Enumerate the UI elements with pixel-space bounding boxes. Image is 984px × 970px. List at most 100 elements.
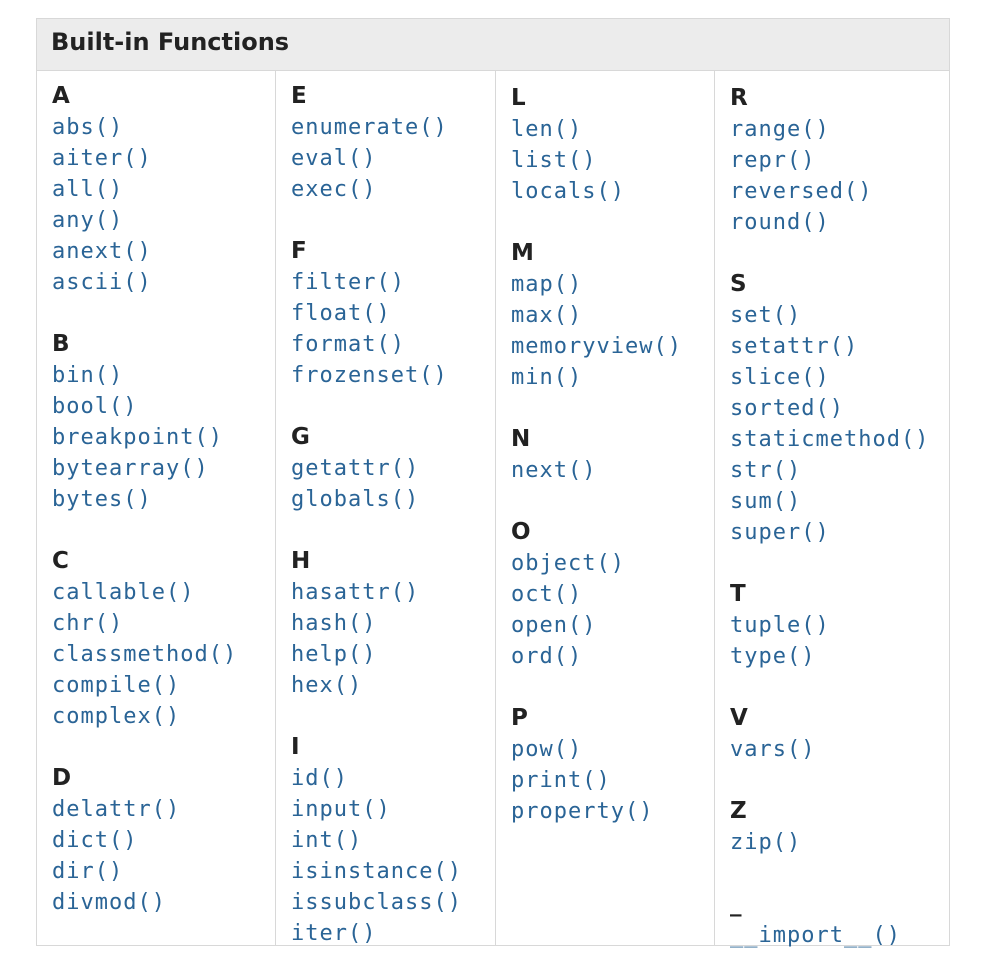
builtin-functions-table: Built-in Functions Aabs() aiter() all() any…	[36, 18, 950, 949]
function-link[interactable]: hasattr()	[291, 577, 495, 608]
function-link[interactable]: map()	[511, 269, 714, 300]
letter-group-L: Llen() list() locals()	[511, 83, 714, 207]
function-link[interactable]: all()	[52, 174, 275, 205]
letter-group-S: Sset() setattr() slice() sorted() staticmeth…	[730, 269, 949, 548]
function-link[interactable]: classmethod()	[52, 639, 275, 670]
letter-heading: _	[730, 891, 742, 917]
function-link[interactable]: ascii()	[52, 267, 275, 298]
function-link[interactable]: object()	[511, 548, 714, 579]
letter-group-V: Vvars()	[730, 703, 949, 765]
function-link[interactable]: exec()	[291, 174, 495, 205]
function-link[interactable]: property()	[511, 796, 714, 827]
function-link[interactable]: anext()	[52, 236, 275, 267]
function-link[interactable]: issubclass()	[291, 887, 495, 918]
function-link[interactable]: int()	[291, 825, 495, 856]
function-link[interactable]: frozenset()	[291, 360, 495, 391]
letter-group-G: Ggetattr() globals()	[291, 422, 495, 515]
function-link[interactable]: set()	[730, 300, 949, 331]
function-link[interactable]: list()	[511, 145, 714, 176]
letter-heading: R	[730, 85, 748, 111]
letter-heading: D	[52, 765, 72, 791]
function-link[interactable]: bool()	[52, 391, 275, 422]
column-4: Rrange() repr() reversed() round() Sset() set…	[714, 71, 949, 948]
function-link[interactable]: eval()	[291, 143, 495, 174]
letter-group-T: Ttuple() type()	[730, 579, 949, 672]
function-link[interactable]: sum()	[730, 486, 949, 517]
letter-group-E: Eenumerate() eval() exec()	[291, 81, 495, 205]
function-link[interactable]: compile()	[52, 670, 275, 701]
letter-group-O: Oobject() oct() open() ord()	[511, 517, 714, 672]
function-link[interactable]: input()	[291, 794, 495, 825]
letter-heading: Z	[730, 798, 747, 824]
letter-group-N: Nnext()	[511, 424, 714, 486]
function-link[interactable]: print()	[511, 765, 714, 796]
letter-heading: V	[730, 705, 748, 731]
function-link[interactable]: open()	[511, 610, 714, 641]
function-link[interactable]: globals()	[291, 484, 495, 515]
function-link[interactable]: iter()	[291, 918, 495, 949]
letter-group-H: Hhasattr() hash() help() hex()	[291, 546, 495, 701]
function-link[interactable]: delattr()	[52, 794, 275, 825]
function-link[interactable]: type()	[730, 641, 949, 672]
function-link[interactable]: float()	[291, 298, 495, 329]
function-link[interactable]: id()	[291, 763, 495, 794]
letter-group-P: Ppow() print() property()	[511, 703, 714, 827]
function-link[interactable]: max()	[511, 300, 714, 331]
function-link[interactable]: format()	[291, 329, 495, 360]
letter-heading: H	[291, 548, 311, 574]
function-link[interactable]: hex()	[291, 670, 495, 701]
function-link[interactable]: oct()	[511, 579, 714, 610]
function-link[interactable]: filter()	[291, 267, 495, 298]
table-title: Built-in Functions	[37, 19, 949, 71]
function-link[interactable]: hash()	[291, 608, 495, 639]
function-link[interactable]: aiter()	[52, 143, 275, 174]
function-link[interactable]: getattr()	[291, 453, 495, 484]
function-link[interactable]: locals()	[511, 176, 714, 207]
function-link[interactable]: bin()	[52, 360, 275, 391]
letter-heading: C	[52, 548, 69, 574]
letter-heading: T	[730, 581, 746, 607]
function-link[interactable]: bytearray()	[52, 453, 275, 484]
column-3: Llen() list() locals() Mmap() max() memoryvie…	[495, 71, 714, 945]
function-link[interactable]: divmod()	[52, 887, 275, 918]
function-link[interactable]: isinstance()	[291, 856, 495, 887]
letter-heading: G	[291, 424, 310, 450]
function-link[interactable]: dict()	[52, 825, 275, 856]
function-link[interactable]: staticmethod()	[730, 424, 949, 455]
function-link[interactable]: dir()	[52, 856, 275, 887]
function-link[interactable]: sorted()	[730, 393, 949, 424]
function-link[interactable]: round()	[730, 207, 949, 238]
function-link[interactable]: pow()	[511, 734, 714, 765]
function-link[interactable]: min()	[511, 362, 714, 393]
function-link[interactable]: repr()	[730, 145, 949, 176]
letter-heading: S	[730, 271, 747, 297]
function-link[interactable]: ord()	[511, 641, 714, 672]
function-link[interactable]: callable()	[52, 577, 275, 608]
function-link[interactable]: bytes()	[52, 484, 275, 515]
letter-heading: P	[511, 705, 528, 731]
function-link[interactable]: reversed()	[730, 176, 949, 207]
function-link[interactable]: zip()	[730, 827, 949, 858]
function-link[interactable]: setattr()	[730, 331, 949, 362]
function-link[interactable]: breakpoint()	[52, 422, 275, 453]
function-link[interactable]: any()	[52, 205, 275, 236]
function-link[interactable]: __import__()	[730, 920, 949, 951]
letter-group-F: Ffilter() float() format() frozenset()	[291, 236, 495, 391]
letter-heading: O	[511, 519, 531, 545]
function-link[interactable]: enumerate()	[291, 112, 495, 143]
function-link[interactable]: help()	[291, 639, 495, 670]
letter-group-_: _ __import__()	[730, 889, 949, 951]
function-link[interactable]: next()	[511, 455, 714, 486]
function-link[interactable]: len()	[511, 114, 714, 145]
function-link[interactable]: complex()	[52, 701, 275, 732]
function-link[interactable]: chr()	[52, 608, 275, 639]
function-link[interactable]: vars()	[730, 734, 949, 765]
function-link[interactable]: range()	[730, 114, 949, 145]
function-link[interactable]: super()	[730, 517, 949, 548]
function-link[interactable]: tuple()	[730, 610, 949, 641]
function-link[interactable]: memoryview()	[511, 331, 714, 362]
function-link[interactable]: str()	[730, 455, 949, 486]
function-link[interactable]: abs()	[52, 112, 275, 143]
function-link[interactable]: slice()	[730, 362, 949, 393]
letter-heading: A	[52, 83, 70, 109]
